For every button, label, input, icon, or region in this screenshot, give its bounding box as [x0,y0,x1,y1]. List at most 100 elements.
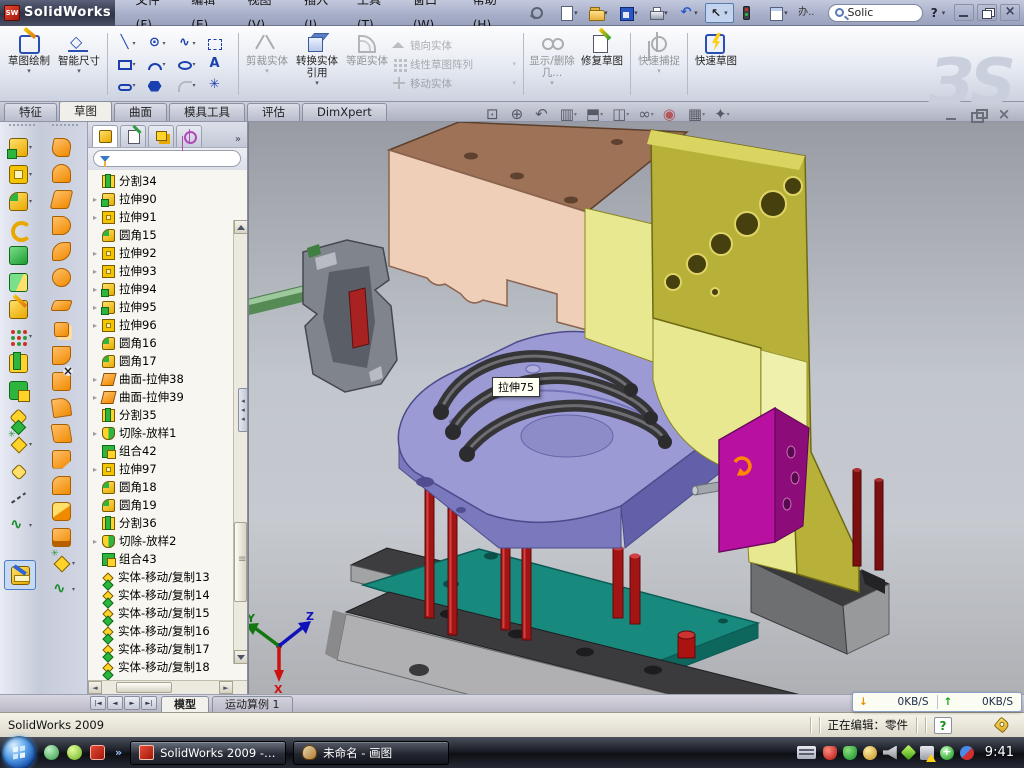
model-tab-nav-button[interactable]: ► [124,696,140,710]
feature-tree-item[interactable]: 分割36 [88,514,247,532]
selection-box-tool[interactable] [203,33,233,54]
scan-tray-icon[interactable] [863,746,877,760]
feature-tree-item[interactable]: 圆角18 [88,478,247,496]
guard-tray-icon[interactable] [843,746,857,760]
filter-input[interactable] [114,153,214,164]
plane-icon[interactable] [1,458,43,485]
command-tab[interactable]: 特征 [4,103,57,121]
toolbar-grip[interactable] [52,124,78,132]
dimxpertmanager-tab[interactable] [176,125,202,147]
print-icon[interactable] [645,3,674,23]
filter-box[interactable] [93,150,241,167]
section-view-icon[interactable]: ▥ [560,105,580,123]
instant3d-button[interactable] [4,560,36,590]
undo-icon[interactable] [675,3,704,23]
rebuild-icon[interactable] [735,3,764,23]
search-input[interactable] [847,6,911,19]
feature-tree-item[interactable]: 圆角15 [88,226,247,244]
network-warning-tray-icon[interactable] [920,746,934,760]
linear-pattern-icon[interactable] [1,323,43,350]
start-button[interactable] [2,736,36,768]
display-delete-relations-button[interactable]: 显示/删除几... ▾ [527,29,577,99]
graphics-viewport[interactable]: X Y Z [248,122,1024,694]
update-blocked-tray-icon[interactable] [960,746,974,760]
combine-icon[interactable] [1,377,43,404]
feature-tree-item[interactable]: ▸ 拉伸90 [88,190,247,208]
filled-surface-icon[interactable] [44,264,86,290]
scroll-up-button[interactable] [234,220,247,234]
linear-sketch-pattern-button[interactable]: 线性草图阵列 ▾ [392,56,520,72]
command-tab[interactable]: 曲面 [114,103,167,121]
draft-icon[interactable] [1,296,43,323]
reference-geometry-icon[interactable] [1,431,43,458]
split-icon[interactable] [1,350,43,377]
messenger-tray-icon[interactable] [901,745,917,761]
close-button[interactable] [1000,4,1020,21]
feature-tree-item[interactable]: ▸ 拉伸95 [88,298,247,316]
replace-face-icon[interactable] [44,394,86,420]
offset-entities-button[interactable]: 等距实体 [342,29,392,99]
part-ejector-assembly[interactable] [249,240,397,392]
help-dropdown-icon[interactable] [942,9,948,17]
boundary-surface-icon[interactable] [44,238,86,264]
feature-tree-item[interactable]: 组合42 [88,442,247,460]
expand-arrow-icon[interactable]: ▸ [93,465,102,474]
knit-surface-icon[interactable] [44,498,86,524]
line-tool[interactable]: ╲ [113,33,143,54]
feature-tree-item[interactable]: 分割35 [88,406,247,424]
feature-tree-item[interactable]: 圆角17 [88,352,247,370]
select-icon[interactable] [705,3,734,23]
display-style-icon[interactable]: ◫ [612,105,632,123]
feature-tree-item[interactable]: ▸ 曲面-拉伸39 [88,388,247,406]
feature-tree-item[interactable]: 实体-移动/复制15 [88,604,247,622]
scroll-down-button[interactable] [234,650,247,664]
thicken-icon[interactable] [44,524,86,550]
quick-snaps-button[interactable]: 快速捕捉 ▾ [634,29,684,99]
view-orientation-icon[interactable]: ⬒ [586,105,606,123]
axis-icon[interactable] [1,485,43,512]
model-tab-nav-button[interactable]: ►| [141,696,157,710]
panel-overflow-button[interactable]: » [235,134,245,147]
circle-tool[interactable]: ⊙ [143,33,173,54]
doc-close-button[interactable]: × [994,107,1014,123]
text-tool[interactable]: A [203,54,233,75]
feature-tree-item[interactable]: 实体-移动/复制13 [88,568,247,586]
untrim-surface-icon[interactable] [44,472,86,498]
command-tab[interactable]: 草图 [59,101,112,121]
feature-tree-item[interactable]: 实体-移动/复制17 [88,640,247,658]
move-entities-button[interactable]: 移动实体 ▾ [392,75,520,91]
sketch-button[interactable]: 草图绘制 ▾ [4,29,54,99]
minimize-button[interactable] [954,4,974,21]
move-copy-body-icon[interactable] [1,404,43,431]
tree-horizontal-scrollbar[interactable]: ◄ ► [88,680,247,694]
scrollbar-thumb[interactable] [116,682,172,693]
propertymanager-tab[interactable] [120,125,146,147]
feature-tree-item[interactable]: 实体-移动/复制18 [88,658,247,676]
part-stop-pin[interactable] [678,631,695,658]
feature-tree-item[interactable]: ▸ 拉伸92 [88,244,247,262]
doc-minimize-button[interactable] [942,107,962,123]
expand-arrow-icon[interactable]: ▸ [93,429,102,438]
feature-tree-item[interactable]: ▸ 拉伸93 [88,262,247,280]
convert-entities-button[interactable]: 转换实体引用 ▾ [292,29,342,99]
toolbar-grip[interactable] [9,124,35,132]
antivirus-tray-icon[interactable] [823,746,837,760]
zoom-to-fit-icon[interactable]: ⊡ [486,105,505,123]
apply-scene-icon[interactable]: ▦ [688,105,708,123]
feature-tree-item[interactable]: 组合43 [88,550,247,568]
hide-show-items-icon[interactable]: ∞ [638,105,657,123]
open-icon[interactable] [585,3,614,23]
feature-tree-item[interactable]: 实体-移动/复制16 [88,622,247,640]
curve-icon[interactable] [1,512,43,539]
doc-restore-button[interactable] [968,107,988,123]
taskbar-clock[interactable]: 9:41 [985,745,1014,760]
sketch-fillet-tool[interactable] [173,75,203,96]
feature-tree-item[interactable]: ▸ 拉伸91 [88,208,247,226]
taskbar-window-button[interactable]: 未命名 - 画图 [293,741,449,765]
offset-surface-icon[interactable] [44,316,86,342]
expand-arrow-icon[interactable]: ▸ [93,321,102,330]
lofted-surface-icon[interactable] [44,212,86,238]
reference-geometry-icon[interactable] [44,550,86,576]
zoom-to-area-icon[interactable]: ⊕ [511,105,530,123]
restore-button[interactable] [977,4,997,21]
